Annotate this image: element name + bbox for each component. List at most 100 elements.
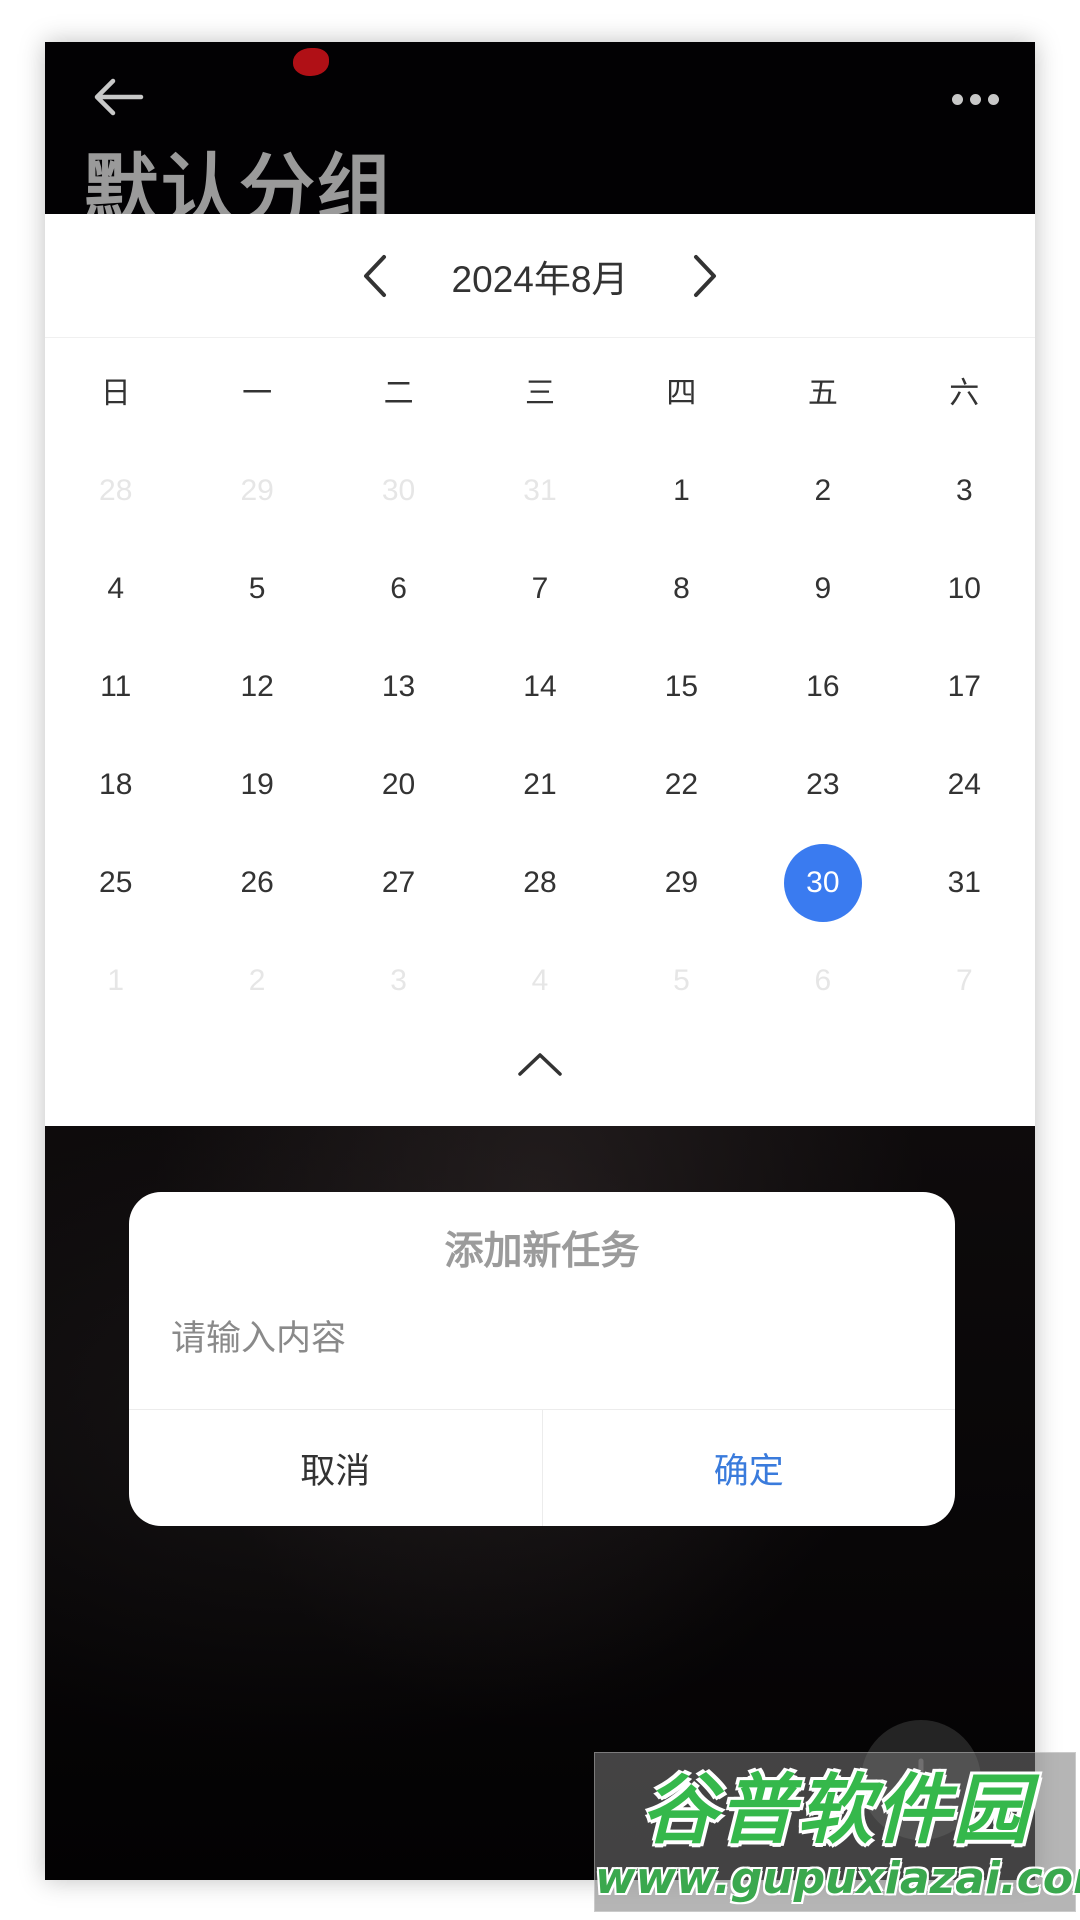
calendar-day[interactable]: 20: [328, 736, 469, 834]
day-number: 26: [240, 866, 274, 899]
day-number: 2: [814, 474, 832, 507]
calendar-day[interactable]: 29: [186, 442, 327, 540]
day-number: 18: [99, 768, 133, 801]
day-number: 15: [664, 670, 699, 703]
day-number: 5: [248, 572, 266, 605]
calendar-day[interactable]: 28: [45, 442, 186, 540]
decorative-mark: [293, 48, 329, 76]
more-dot: [987, 93, 999, 105]
calendar-day[interactable]: 31: [894, 834, 1035, 932]
back-button[interactable]: [83, 62, 153, 132]
weekday-label: 日: [100, 376, 131, 411]
calendar-day[interactable]: 11: [45, 638, 186, 736]
day-number: 5: [673, 964, 690, 997]
calendar-day[interactable]: 1: [611, 442, 752, 540]
calendar-day[interactable]: 30: [328, 442, 469, 540]
calendar-day[interactable]: 31: [469, 442, 610, 540]
day-number: 30: [381, 474, 416, 507]
day-number: 3: [390, 964, 407, 997]
weekday-label: 四: [666, 376, 697, 411]
watermark: 谷普软件园 www.gupuxiazai.com: [594, 1752, 1080, 1912]
calendar-day[interactable]: 16: [752, 638, 893, 736]
calendar-day[interactable]: 21: [469, 736, 610, 834]
collapse-calendar-button[interactable]: [510, 1034, 570, 1094]
calendar-panel: 2024年8月 日 一 二 三 四 五 六 28 29 30 31 1 2 3 4 5 6 7 8 9 1…: [45, 214, 1035, 1126]
calendar-day[interactable]: 18: [45, 736, 186, 834]
add-task-dialog: 添加新任务 取消 确定: [129, 1192, 955, 1526]
day-number: 4: [107, 572, 125, 605]
calendar-day-selected[interactable]: 30: [752, 834, 893, 932]
weekday-label: 一: [242, 376, 273, 411]
day-number: 30: [783, 844, 862, 922]
calendar-day[interactable]: 5: [611, 932, 752, 1030]
calendar-day[interactable]: 28: [469, 834, 610, 932]
calendar-day[interactable]: 13: [328, 638, 469, 736]
page-title: 默认分组: [83, 145, 395, 214]
arrow-left-icon: [94, 78, 144, 116]
calendar-day[interactable]: 3: [328, 932, 469, 1030]
day-number: 21: [523, 768, 557, 801]
day-number: 16: [806, 670, 840, 703]
calendar-day[interactable]: 3: [894, 442, 1035, 540]
calendar-day[interactable]: 2: [752, 442, 893, 540]
task-content-input[interactable]: [169, 1304, 915, 1374]
day-number: 2: [248, 964, 266, 997]
watermark-logo: 谷普软件园: [641, 1765, 1031, 1854]
cancel-button[interactable]: 取消: [129, 1410, 543, 1526]
day-number: 29: [240, 474, 274, 507]
calendar-day[interactable]: 23: [752, 736, 893, 834]
calendar-day[interactable]: 4: [469, 932, 610, 1030]
calendar-day[interactable]: 1: [45, 932, 186, 1030]
calendar-day[interactable]: 12: [186, 638, 327, 736]
day-number: 11: [100, 670, 132, 703]
watermark-url: www.gupuxiazai.com: [595, 1853, 1080, 1904]
more-dot: [969, 93, 981, 105]
calendar-day[interactable]: 27: [328, 834, 469, 932]
calendar-day[interactable]: 6: [752, 932, 893, 1030]
day-number: 28: [99, 474, 133, 507]
calendar-day[interactable]: 25: [45, 834, 186, 932]
month-label: 2024年8月: [451, 258, 629, 300]
day-number: 28: [523, 866, 557, 899]
chevron-up-icon: [518, 1053, 562, 1076]
day-number: 1: [107, 964, 125, 997]
calendar-day[interactable]: 5: [186, 540, 327, 638]
confirm-button[interactable]: 确定: [543, 1410, 956, 1526]
day-number: 7: [955, 964, 973, 997]
calendar-day[interactable]: 9: [752, 540, 893, 638]
day-number: 29: [664, 866, 699, 899]
more-horizontal-icon: [951, 93, 963, 105]
calendar-day[interactable]: 8: [611, 540, 752, 638]
day-number: 13: [381, 670, 416, 703]
calendar-day[interactable]: 29: [611, 834, 752, 932]
calendar-day[interactable]: 22: [611, 736, 752, 834]
day-number: 17: [947, 670, 981, 703]
dialog-actions: 取消 确定: [129, 1409, 955, 1526]
weekday-label: 三: [524, 376, 555, 411]
day-number: 4: [531, 964, 549, 997]
calendar-day[interactable]: 17: [894, 638, 1035, 736]
day-number: 3: [955, 474, 973, 507]
calendar-day[interactable]: 6: [328, 540, 469, 638]
calendar-day[interactable]: 2: [186, 932, 327, 1030]
day-number: 25: [99, 866, 133, 899]
calendar-day[interactable]: 19: [186, 736, 327, 834]
day-number: 6: [390, 572, 407, 605]
calendar-day[interactable]: 24: [894, 736, 1035, 834]
calendar-day[interactable]: 7: [894, 932, 1035, 1030]
chevron-right-icon: [694, 254, 716, 297]
calendar-day[interactable]: 4: [45, 540, 186, 638]
weekday-label: 六: [949, 376, 980, 411]
calendar-day[interactable]: 15: [611, 638, 752, 736]
calendar-day[interactable]: 14: [469, 638, 610, 736]
day-number: 12: [240, 670, 274, 703]
calendar-day[interactable]: 26: [186, 834, 327, 932]
calendar-day[interactable]: 7: [469, 540, 610, 638]
day-number: 24: [947, 768, 981, 801]
prev-month-button[interactable]: [345, 246, 405, 306]
more-options-button[interactable]: [935, 74, 1015, 124]
next-month-button[interactable]: [675, 246, 735, 306]
day-number: 14: [523, 670, 557, 703]
calendar-day[interactable]: 10: [894, 540, 1035, 638]
day-number: 20: [381, 768, 416, 801]
